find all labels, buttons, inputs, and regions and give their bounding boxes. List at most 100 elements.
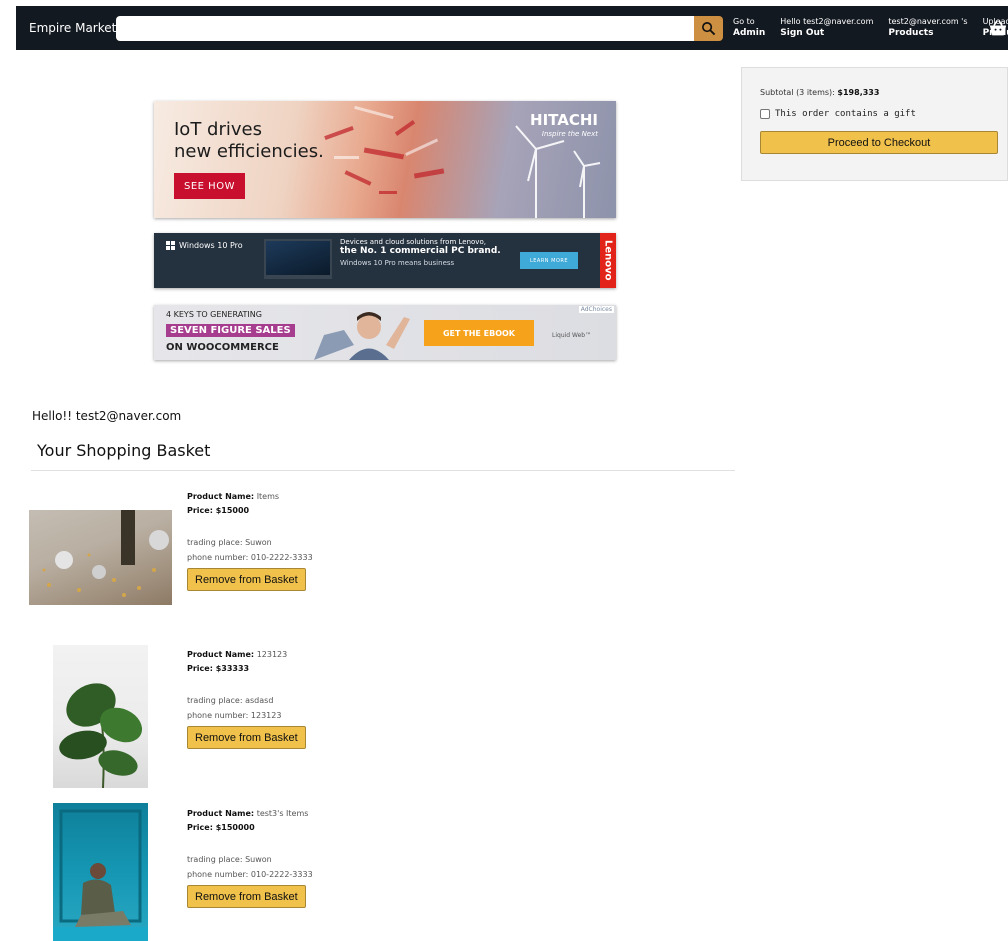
gift-label: This order contains a gift — [775, 109, 916, 119]
product-name-value: Items — [256, 492, 280, 501]
trading-place-value: Suwon — [245, 538, 272, 547]
ad3-person-image — [314, 312, 410, 360]
search-icon — [702, 21, 716, 35]
ad-banner-hitachi[interactable]: IoT drives new efficiencies. SEE HOW HIT… — [154, 101, 616, 218]
laptop-image — [264, 239, 332, 279]
page-title: Your Shopping Basket — [37, 441, 211, 460]
remove-from-basket-button[interactable]: Remove from Basket — [187, 568, 306, 591]
nav-admin[interactable]: Go to Admin — [733, 17, 765, 39]
product-name-label: Product Name: — [187, 650, 255, 659]
ad2-copy-line2: the No. 1 commercial PC brand. — [340, 246, 501, 256]
nav-my-products-line1: test2@naver.com 's — [888, 17, 968, 26]
ad1-tagline: Inspire the Next — [541, 130, 598, 138]
price-label: Price: — [187, 823, 213, 832]
ad1-see-how-button[interactable]: SEE HOW — [174, 173, 245, 199]
price-value: $150000 — [215, 823, 255, 832]
product-price: Price: $150000 — [187, 823, 313, 832]
woman-sitting-photo — [53, 809, 148, 941]
brand-logo[interactable]: Empire Market — [29, 21, 116, 35]
ad3-line1: 4 KEYS TO GENERATING — [166, 310, 262, 319]
phone-value: 010-2222-3333 — [250, 553, 313, 562]
phone-number: phone number: 010-2222-3333 — [187, 553, 313, 562]
ad-burst-graphic — [324, 105, 445, 194]
product-name-value: 123123 — [256, 650, 288, 659]
subtotal-amount: $198,333 — [837, 88, 880, 97]
nav-my-products[interactable]: test2@naver.com 's Products — [888, 17, 967, 39]
ad1-brand: HITACHI Inspire the Next — [530, 113, 598, 141]
top-header: Empire Market Go to Admin Hello test2@na… — [16, 6, 1008, 50]
ad2-learn-more-button[interactable]: LEARN MORE — [520, 252, 578, 269]
ad3-get-ebook-button[interactable]: GET THE EBOOK — [424, 320, 534, 346]
trading-place: trading place: Suwon — [187, 855, 313, 864]
phone-value: 123123 — [250, 711, 282, 720]
ad1-headline-line1: IoT drives — [174, 119, 262, 140]
product-name-label: Product Name: — [187, 809, 255, 818]
ad1-brand-name: HITACHI — [530, 111, 598, 129]
subtotal-label: Subtotal (3 items): — [760, 88, 835, 97]
product-name: Product Name: Items — [187, 492, 313, 501]
proceed-to-checkout-button[interactable]: Proceed to Checkout — [760, 131, 998, 154]
title-divider — [31, 470, 735, 471]
gift-option[interactable]: This order contains a gift — [760, 109, 997, 119]
phone-label: phone number: — [187, 553, 249, 562]
monstera-plant-photo — [59, 683, 143, 788]
price-label: Price: — [187, 664, 213, 673]
phone-label: phone number: — [187, 711, 249, 720]
trading-place-label: trading place: — [187, 855, 243, 864]
subtotal-text: Subtotal (3 items): $198,333 — [760, 88, 997, 97]
trading-place: trading place: asdasd — [187, 696, 306, 705]
ad3-line3: ON WOOCOMMERCE — [166, 342, 279, 353]
price-label: Price: — [187, 506, 213, 515]
search-button[interactable] — [694, 15, 723, 41]
search-bar — [116, 15, 723, 41]
gift-checkbox[interactable] — [760, 109, 770, 119]
ad1-headline-line2: new efficiencies. — [174, 141, 324, 162]
trading-place: trading place: Suwon — [187, 538, 313, 547]
nav-admin-line1: Go to — [733, 17, 755, 26]
ad-banner-liquid-web[interactable]: 4 KEYS TO GENERATING SEVEN FIGURE SALES … — [154, 305, 616, 360]
greeting-text: Hello!! test2@naver.com — [32, 409, 182, 423]
nav-sign-out[interactable]: Hello test2@naver.com Sign Out — [780, 17, 873, 39]
phone-value: 010-2222-3333 — [250, 870, 313, 879]
trading-place-value: asdasd — [245, 696, 274, 705]
basket-item-1: Product Name: Items Price: $15000 tradin… — [187, 492, 313, 591]
basket-item-2: Product Name: 123123 Price: $33333 tradi… — [187, 650, 306, 749]
search-input[interactable] — [116, 15, 694, 41]
remove-from-basket-button[interactable]: Remove from Basket — [187, 885, 306, 908]
lenovo-logo: Lenovo — [600, 233, 616, 288]
ad2-copy-line3: Windows 10 Pro means business — [340, 259, 455, 267]
ad1-headline: IoT drives new efficiencies. — [174, 119, 324, 163]
windows-logo: Windows 10 Pro — [166, 241, 243, 250]
windows-icon — [166, 241, 175, 250]
phone-number: phone number: 010-2222-3333 — [187, 870, 313, 879]
adchoices-badge[interactable]: AdChoices — [578, 306, 614, 313]
product-image — [29, 510, 172, 605]
phone-label: phone number: — [187, 870, 249, 879]
remove-from-basket-button[interactable]: Remove from Basket — [187, 726, 306, 749]
trading-place-label: trading place: — [187, 696, 243, 705]
ad-banner-lenovo[interactable]: Windows 10 Pro Devices and cloud solutio… — [154, 233, 616, 288]
nav-sign-out-line2: Sign Out — [780, 28, 825, 38]
trading-place-label: trading place: — [187, 538, 243, 547]
nav-my-products-line2: Products — [888, 28, 934, 38]
nav-sign-out-line1: Hello test2@naver.com — [780, 17, 874, 26]
phone-number: phone number: 123123 — [187, 711, 306, 720]
basket-item-3: Product Name: test3's Items Price: $1500… — [187, 809, 313, 908]
ad2-copy-line1: Devices and cloud solutions from Lenovo, — [340, 238, 486, 246]
product-image — [53, 803, 148, 941]
product-name: Product Name: test3's Items — [187, 809, 313, 818]
product-name-value: test3's Items — [256, 809, 309, 818]
ad2-os-label: Windows 10 Pro — [179, 241, 243, 250]
product-price: Price: $15000 — [187, 506, 313, 515]
ad2-copy: Devices and cloud solutions from Lenovo,… — [340, 238, 501, 267]
nav-admin-line2: Admin — [733, 28, 766, 38]
header-nav: Go to Admin Hello test2@naver.com Sign O… — [733, 17, 1008, 39]
trading-place-value: Suwon — [245, 855, 272, 864]
party-decor-photo — [42, 510, 169, 597]
product-price: Price: $33333 — [187, 664, 306, 673]
product-image — [53, 645, 148, 788]
ad3-line2: SEVEN FIGURE SALES — [166, 324, 295, 337]
shopping-basket-icon[interactable] — [988, 19, 1008, 37]
product-name-label: Product Name: — [187, 492, 255, 501]
price-value: $33333 — [215, 664, 250, 673]
